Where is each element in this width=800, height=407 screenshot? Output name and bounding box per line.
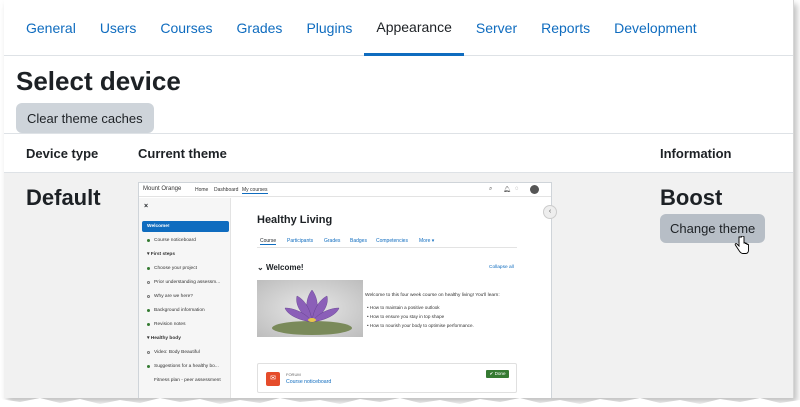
- completion-dot-icon: [147, 323, 150, 326]
- preview-forum-type: FORUM: [286, 372, 301, 377]
- forum-icon: ✉: [266, 372, 280, 386]
- chevron-down-icon: ⌄: [257, 263, 266, 272]
- preview-course-title: Healthy Living: [257, 214, 333, 226]
- avatar: [530, 185, 539, 194]
- theme-name: Boost: [660, 185, 723, 210]
- preview-index-label: Video: Body Beautiful: [154, 350, 200, 355]
- tab-development[interactable]: Development: [602, 0, 709, 56]
- preview-bullet: • How to ensure you stay in top shape: [367, 314, 445, 319]
- preview-index-label: First steps: [150, 252, 176, 257]
- preview-tab-more: More ▾: [419, 238, 435, 244]
- preview-description: Welcome to this four week course on heal…: [365, 293, 500, 298]
- tab-users[interactable]: Users: [88, 0, 149, 56]
- preview-index-label: Fitness plan - peer assessment: [154, 378, 221, 383]
- preview-index-label: Prior understanding assessm...: [154, 280, 221, 285]
- preview-brand: Mount Orange: [143, 186, 182, 192]
- preview-index-item: Suggestions for a healthy bo...: [142, 361, 229, 372]
- preview-tab-competencies: Competencies: [376, 238, 408, 244]
- hand-cursor-icon: [734, 236, 749, 254]
- preview-index-item: Revision notes: [142, 319, 229, 330]
- preview-bullet-text: How to maintain a positive outlook: [369, 305, 440, 310]
- bell-icon: 🔔︎: [503, 187, 511, 193]
- preview-tab-grades: Grades: [324, 238, 341, 244]
- preview-index-label: Why are we here?: [154, 294, 193, 299]
- preview-index-item: Video: Body Beautiful: [142, 347, 229, 358]
- preview-index-label: Welcome!: [147, 224, 170, 229]
- clear-theme-caches-button[interactable]: Clear theme caches: [16, 103, 154, 133]
- completion-dot-icon: [147, 365, 150, 368]
- completion-dot-icon: [147, 239, 150, 242]
- preview-index-item: Why are we here?: [142, 291, 229, 302]
- device-type-cell: Default: [26, 185, 101, 210]
- preview-index-item: Fitness plan - peer assessment: [142, 375, 229, 386]
- preview-index-label: Choose your project: [154, 266, 197, 271]
- preview-index-label: Healthy body: [150, 336, 181, 341]
- preview-index-label: Course noticeboard: [154, 238, 196, 243]
- preview-section-label: Welcome!: [265, 263, 304, 272]
- tab-courses[interactable]: Courses: [148, 0, 224, 56]
- preview-index-item: Choose your project: [142, 263, 229, 274]
- preview-bullet: • How to nourish your body to optimise p…: [367, 323, 474, 328]
- admin-appearance-panel: General Users Courses Grades Plugins App…: [4, 0, 794, 398]
- incomplete-dot-icon: [147, 295, 150, 298]
- tab-plugins[interactable]: Plugins: [294, 0, 364, 56]
- preview-index-label: Background information: [154, 308, 205, 313]
- preview-nav-home: Home: [195, 187, 209, 193]
- page-title: Select device: [16, 66, 181, 96]
- lotus-flower-image: [257, 280, 363, 337]
- completion-dot-icon: [147, 267, 150, 270]
- preview-course-tabs: Course Participants Grades Badges Compet…: [257, 235, 517, 248]
- preview-tab-badges: Badges: [350, 238, 367, 244]
- incomplete-dot-icon: [147, 351, 150, 354]
- preview-bullet-text: How to ensure you stay in top shape: [369, 314, 445, 319]
- preview-done-badge: ✔ Done: [486, 370, 509, 378]
- preview-index-label: Revision notes: [154, 322, 186, 327]
- header-current-theme: Current theme: [138, 146, 227, 161]
- preview-index-item: Welcome!: [142, 221, 229, 232]
- preview-section-title: ⌄ Welcome!: [257, 263, 304, 272]
- tab-general[interactable]: General: [14, 0, 88, 56]
- incomplete-dot-icon: [147, 281, 150, 284]
- chat-icon: ◌: [515, 186, 519, 192]
- preview-index-label: Suggestions for a healthy bo...: [154, 364, 219, 369]
- preview-tab-participants: Participants: [287, 238, 314, 244]
- close-icon: ×: [144, 203, 149, 210]
- preview-nav-dashboard: Dashboard: [214, 187, 239, 193]
- theme-preview-screenshot[interactable]: Mount Orange Home Dashboard My courses ⌕…: [138, 182, 552, 398]
- completion-dot-icon: [147, 309, 150, 312]
- tab-server[interactable]: Server: [464, 0, 529, 56]
- preview-index-section: ▾ First steps: [142, 249, 229, 260]
- preview-index-section: ▾ Healthy body: [142, 333, 229, 344]
- header-device-type: Device type: [26, 146, 99, 161]
- preview-collapse-all: Collapse all: [489, 265, 514, 270]
- chevron-left-icon: ‹: [543, 205, 557, 219]
- preview-forum-name: Course noticeboard: [286, 379, 332, 385]
- preview-bullet: • How to maintain a positive outlook: [367, 305, 440, 310]
- preview-index-item: Background information: [142, 305, 229, 316]
- preview-course-index: × Welcome! Course noticeboard ▾ First st…: [139, 198, 231, 398]
- tab-reports[interactable]: Reports: [529, 0, 602, 56]
- preview-forum-activity: ✉ FORUM Course noticeboard ✔ Done: [257, 363, 517, 393]
- preview-navbar: Mount Orange Home Dashboard My courses ⌕…: [139, 183, 551, 197]
- tab-appearance[interactable]: Appearance: [364, 0, 464, 56]
- search-icon: ⌕: [489, 186, 493, 192]
- preview-tab-course: Course: [260, 238, 277, 245]
- preview-nav-my-courses: My courses: [242, 187, 268, 194]
- preview-index-item: Prior understanding assessm...: [142, 277, 229, 288]
- table-header: Device type Current theme Information: [4, 133, 793, 173]
- preview-bullet-text: How to nourish your body to optimise per…: [369, 323, 474, 328]
- preview-index-item: Course noticeboard: [142, 235, 229, 246]
- admin-tab-bar: General Users Courses Grades Plugins App…: [4, 0, 793, 56]
- header-information: Information: [660, 146, 732, 161]
- tab-grades[interactable]: Grades: [225, 0, 295, 56]
- torn-edge-decoration: [0, 393, 800, 407]
